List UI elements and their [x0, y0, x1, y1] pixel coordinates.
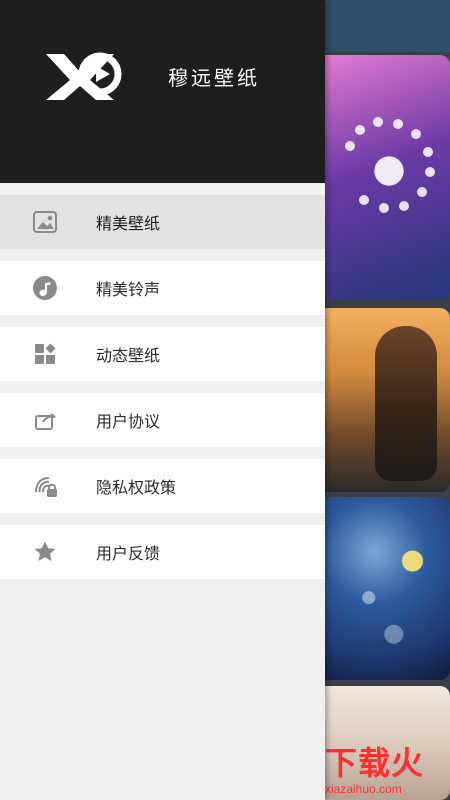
wallpaper-card-1-ring — [343, 125, 435, 217]
watermark-title: 下载火 — [325, 744, 425, 782]
image-icon — [30, 207, 60, 237]
music-note-icon — [30, 273, 60, 303]
wallpaper-card-1-dot — [423, 147, 433, 157]
menu-item-label: 用户协议 — [96, 412, 161, 431]
menu-item-feedback[interactable]: 用户反馈 — [0, 525, 325, 579]
drawer-header: 穆远壁纸 — [0, 0, 325, 183]
navigation-drawer: 穆远壁纸 精美壁纸 精美铃声 动态壁纸 用户协议 隐私权政策 用户反馈 — [0, 0, 325, 800]
background-top-bar — [325, 0, 450, 52]
menu-item-label: 精美铃声 — [96, 280, 161, 299]
wallpaper-card-3-stars — [325, 497, 450, 680]
menu-item-label: 精美壁纸 — [96, 214, 161, 233]
wallpaper-card-1-dot — [373, 117, 383, 127]
tiles-icon — [30, 339, 60, 369]
menu-item-ringtones[interactable]: 精美铃声 — [0, 261, 325, 315]
wallpaper-card-1-dot — [345, 141, 355, 151]
wallpaper-card-1-dot — [355, 125, 365, 135]
wallpaper-card-1-dot — [393, 119, 403, 129]
menu-item-user-agreement[interactable]: 用户协议 — [0, 393, 325, 447]
wallpaper-card-1-dot — [411, 129, 421, 139]
star-icon — [30, 537, 60, 567]
wallpaper-card-1-dot — [359, 195, 369, 205]
menu-item-live-wallpapers[interactable]: 动态壁纸 — [0, 327, 325, 381]
watermark-text: 下载火 xiazaihuo.com — [325, 747, 424, 795]
drawer-menu: 精美壁纸 精美铃声 动态壁纸 用户协议 隐私权政策 用户反馈 — [0, 183, 325, 579]
menu-item-label: 动态壁纸 — [96, 346, 161, 365]
menu-item-wallpapers[interactable]: 精美壁纸 — [0, 195, 325, 249]
menu-item-label: 用户反馈 — [96, 544, 161, 563]
menu-item-privacy-policy[interactable]: 隐私权政策 — [0, 459, 325, 513]
wallpaper-card-2-person — [375, 326, 437, 481]
wallpaper-card-1-dot — [417, 187, 427, 197]
share-icon — [30, 405, 60, 435]
wallpaper-card-1-dot — [399, 201, 409, 211]
wallpaper-card-2[interactable] — [325, 308, 450, 492]
wallpaper-card-1[interactable] — [325, 55, 450, 300]
xo-play-logo-icon — [44, 44, 128, 104]
privacy-lock-icon — [30, 471, 60, 501]
app-name: 穆远壁纸 — [168, 66, 260, 90]
menu-item-label: 隐私权政策 — [96, 478, 177, 497]
wallpaper-card-1-dot — [379, 203, 389, 213]
wallpaper-card-1-dot — [425, 167, 435, 177]
watermark-url: xiazaihuo.com — [325, 782, 402, 796]
wallpaper-card-3[interactable] — [325, 497, 450, 680]
